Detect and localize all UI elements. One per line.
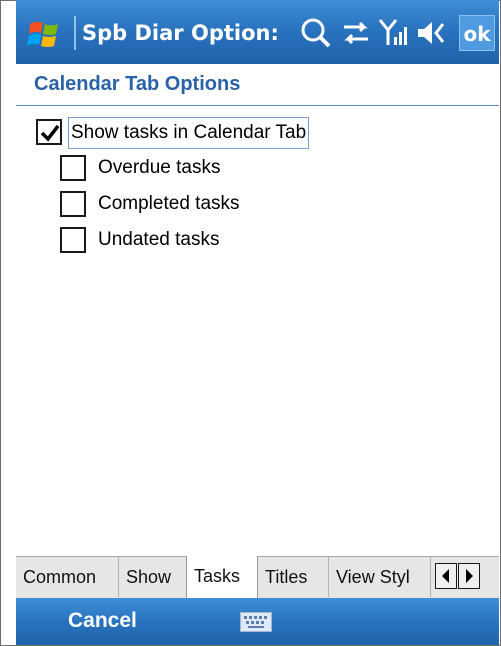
ok-button[interactable]: ok xyxy=(459,15,495,51)
signal-icon[interactable] xyxy=(376,15,412,51)
undated-tasks-checkbox[interactable] xyxy=(60,227,86,253)
cancel-softkey[interactable]: Cancel xyxy=(68,609,137,633)
tab-view-style[interactable]: View Styl xyxy=(329,557,431,597)
page-title: Calendar Tab Options xyxy=(34,73,241,95)
overdue-tasks-label: Overdue tasks xyxy=(98,157,221,178)
completed-tasks-label: Completed tasks xyxy=(98,193,240,214)
arrow-right-icon xyxy=(466,569,473,583)
tab-common[interactable]: Common xyxy=(16,557,119,597)
undated-tasks-label: Undated tasks xyxy=(98,229,220,250)
overdue-tasks-checkbox[interactable] xyxy=(60,155,86,181)
tab-bar: Common Show Tasks Titles View Styl xyxy=(16,556,499,599)
tab-scroll-right-button[interactable] xyxy=(458,563,480,589)
options-panel: Show tasks in Calendar Tab Overdue tasks… xyxy=(16,106,499,556)
connectivity-icon[interactable] xyxy=(338,15,374,51)
show-tasks-label: Show tasks in Calendar Tab xyxy=(68,117,310,149)
tab-show[interactable]: Show xyxy=(119,557,187,597)
tab-titles[interactable]: Titles xyxy=(258,557,329,597)
window-title: Spb Diar Option: xyxy=(82,21,279,45)
keyboard-icon[interactable] xyxy=(240,612,272,632)
title-separator xyxy=(74,16,76,50)
volume-icon[interactable] xyxy=(414,15,450,51)
tab-tasks[interactable]: Tasks xyxy=(186,556,258,599)
search-icon[interactable] xyxy=(298,15,334,51)
checkmark-icon xyxy=(40,124,60,142)
windows-start-icon[interactable] xyxy=(26,16,66,52)
page-header: Calendar Tab Options xyxy=(16,64,499,106)
show-tasks-checkbox[interactable] xyxy=(36,119,62,145)
title-bar: Spb Diar Option: ok xyxy=(16,0,499,64)
completed-tasks-checkbox[interactable] xyxy=(60,191,86,217)
arrow-left-icon xyxy=(442,569,449,583)
soft-key-bar: Cancel xyxy=(16,598,499,645)
tab-scroll-left-button[interactable] xyxy=(435,563,457,589)
